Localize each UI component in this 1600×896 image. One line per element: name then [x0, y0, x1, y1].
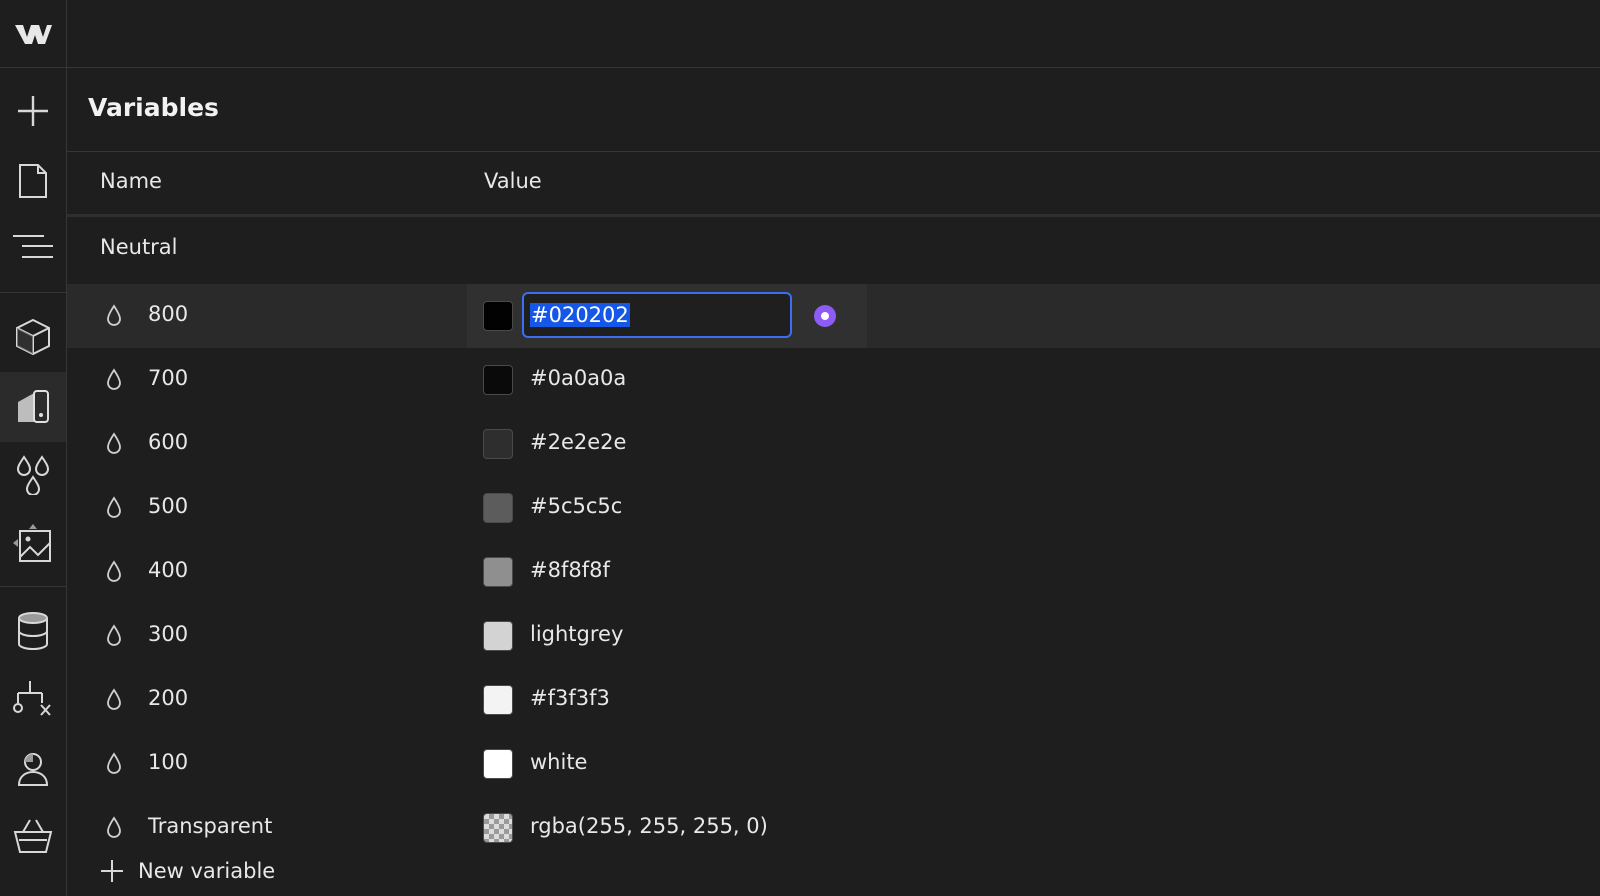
title-divider: [67, 151, 1600, 152]
panel-title: Variables: [88, 93, 219, 122]
variables-icon[interactable]: [0, 440, 66, 510]
variable-name[interactable]: 700: [148, 366, 188, 390]
value-input[interactable]: #020202: [522, 292, 792, 338]
color-picker-dot[interactable]: [814, 305, 836, 327]
variable-row[interactable]: 300 lightgrey: [67, 604, 1600, 668]
color-swatch[interactable]: [483, 557, 513, 587]
color-swatch[interactable]: [483, 429, 513, 459]
variable-value-cell[interactable]: #f3f3f3: [467, 668, 867, 732]
color-swatch[interactable]: [483, 621, 513, 651]
color-swatch[interactable]: [483, 493, 513, 523]
color-drop-icon: [107, 752, 121, 774]
variable-value-cell[interactable]: #5c5c5c: [467, 476, 867, 540]
top-bar: [67, 0, 1600, 68]
column-header-name: Name: [100, 169, 162, 193]
variables-list: 800 #020202 700 #0a0a0a 600 #2e2e2e 500 …: [67, 284, 1600, 860]
pages-icon[interactable]: [0, 146, 66, 216]
color-swatch[interactable]: [483, 365, 513, 395]
style-manager-icon[interactable]: [0, 372, 66, 442]
add-icon[interactable]: [0, 76, 66, 146]
color-drop-icon: [107, 304, 121, 326]
color-swatch[interactable]: [483, 749, 513, 779]
variable-value[interactable]: rgba(255, 255, 255, 0): [530, 814, 768, 838]
color-drop-icon: [107, 560, 121, 582]
color-drop-icon: [107, 624, 121, 646]
variable-name[interactable]: 600: [148, 430, 188, 454]
color-drop-icon: [107, 688, 121, 710]
variable-value[interactable]: white: [530, 750, 587, 774]
variable-value-cell[interactable]: #2e2e2e: [467, 412, 867, 476]
plus-icon: [101, 860, 123, 882]
color-drop-icon: [107, 496, 121, 518]
color-swatch[interactable]: [483, 301, 513, 331]
variable-value[interactable]: #2e2e2e: [530, 430, 626, 454]
variable-row[interactable]: 200 #f3f3f3: [67, 668, 1600, 732]
rail-divider: [0, 586, 66, 587]
color-swatch[interactable]: [483, 685, 513, 715]
variable-row[interactable]: 700 #0a0a0a: [67, 348, 1600, 412]
webflow-logo[interactable]: [0, 0, 66, 68]
variable-value-cell[interactable]: rgba(255, 255, 255, 0): [467, 796, 867, 860]
app-window: Variables Name Value Neutral 800 #020202: [0, 0, 1600, 896]
variable-row[interactable]: 100 white: [67, 732, 1600, 796]
new-variable-label: New variable: [138, 859, 276, 883]
variable-value-cell[interactable]: #0a0a0a: [467, 348, 867, 412]
color-drop-icon: [107, 432, 121, 454]
header-divider: [67, 214, 1600, 217]
group-label-neutral[interactable]: Neutral: [100, 235, 178, 259]
variable-value-cell[interactable]: lightgrey: [467, 604, 867, 668]
variable-name[interactable]: 100: [148, 750, 188, 774]
rail-divider: [0, 292, 66, 293]
cms-icon[interactable]: [0, 596, 66, 666]
variable-name[interactable]: 400: [148, 558, 188, 582]
variable-value[interactable]: #5c5c5c: [530, 494, 622, 518]
variable-name[interactable]: 200: [148, 686, 188, 710]
variable-name[interactable]: 500: [148, 494, 188, 518]
variable-row[interactable]: Transparent rgba(255, 255, 255, 0): [67, 796, 1600, 860]
variable-value[interactable]: #8f8f8f: [530, 558, 610, 582]
variable-value-cell[interactable]: #8f8f8f: [467, 540, 867, 604]
variable-value[interactable]: #0a0a0a: [530, 366, 626, 390]
variable-name[interactable]: 800: [148, 302, 188, 326]
assets-icon[interactable]: [0, 508, 66, 578]
color-drop-icon: [107, 816, 121, 838]
ecommerce-icon[interactable]: [0, 802, 66, 872]
color-drop-icon: [107, 368, 121, 390]
value-input-text[interactable]: #020202: [530, 303, 630, 327]
variable-name[interactable]: Transparent: [148, 814, 272, 838]
variable-value[interactable]: #f3f3f3: [530, 686, 610, 710]
users-icon[interactable]: [0, 734, 66, 804]
left-toolbar: [0, 0, 67, 896]
new-variable-button[interactable]: New variable: [100, 859, 275, 883]
variables-panel: Variables Name Value Neutral 800 #020202: [67, 69, 1600, 896]
components-icon[interactable]: [0, 302, 66, 372]
color-swatch[interactable]: [483, 813, 513, 843]
variable-row[interactable]: 500 #5c5c5c: [67, 476, 1600, 540]
navigator-icon[interactable]: [0, 212, 66, 282]
variable-value-cell[interactable]: #020202: [467, 284, 867, 348]
variable-value-cell[interactable]: white: [467, 732, 867, 796]
variable-value[interactable]: lightgrey: [530, 622, 623, 646]
variable-row[interactable]: 600 #2e2e2e: [67, 412, 1600, 476]
variable-row[interactable]: 400 #8f8f8f: [67, 540, 1600, 604]
variable-name[interactable]: 300: [148, 622, 188, 646]
logic-icon[interactable]: [0, 664, 66, 734]
variable-row[interactable]: 800 #020202: [67, 284, 1600, 348]
column-header-value: Value: [484, 169, 542, 193]
